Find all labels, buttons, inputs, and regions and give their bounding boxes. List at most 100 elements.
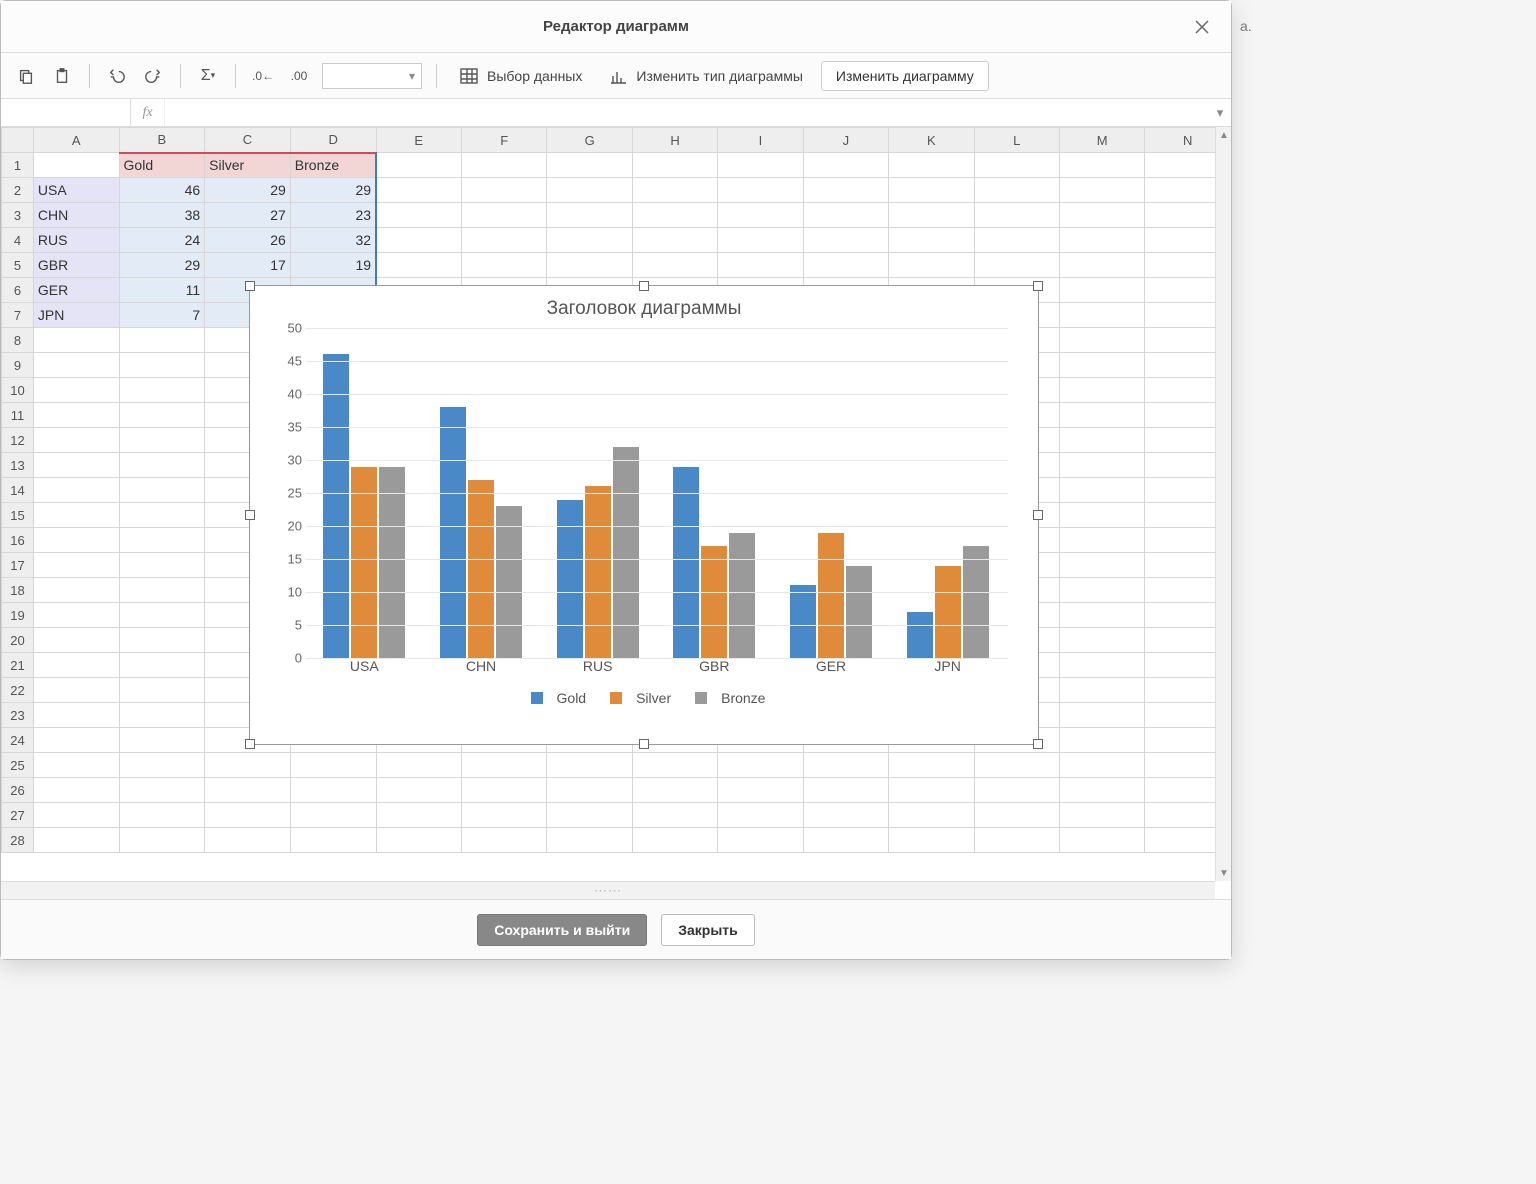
cell[interactable]: [1059, 678, 1144, 703]
cell[interactable]: 46: [119, 178, 205, 203]
row-header[interactable]: 4: [2, 228, 34, 253]
cell[interactable]: [119, 453, 205, 478]
cell[interactable]: [119, 553, 205, 578]
scroll-up-icon[interactable]: ▲: [1216, 127, 1231, 143]
cell[interactable]: [889, 828, 974, 853]
cell[interactable]: [803, 803, 888, 828]
cell[interactable]: [1059, 303, 1144, 328]
row-header[interactable]: 18: [2, 578, 34, 603]
cell[interactable]: [290, 753, 376, 778]
col-header[interactable]: C: [205, 128, 291, 153]
cell[interactable]: [461, 778, 546, 803]
cell[interactable]: [33, 403, 119, 428]
cell[interactable]: 29: [205, 178, 291, 203]
row-header[interactable]: 28: [2, 828, 34, 853]
cell[interactable]: [376, 178, 461, 203]
cell[interactable]: [376, 753, 461, 778]
cell[interactable]: [33, 728, 119, 753]
change-chart-type-button[interactable]: Изменить тип диаграммы: [600, 66, 811, 86]
col-header[interactable]: L: [974, 128, 1059, 153]
cell[interactable]: [718, 228, 803, 253]
cell[interactable]: [718, 778, 803, 803]
cell[interactable]: 26: [205, 228, 291, 253]
cell[interactable]: [33, 328, 119, 353]
cell[interactable]: 29: [119, 253, 205, 278]
cell[interactable]: [1059, 803, 1144, 828]
cell[interactable]: [33, 503, 119, 528]
col-header[interactable]: D: [290, 128, 376, 153]
cell[interactable]: [33, 578, 119, 603]
cell[interactable]: [119, 578, 205, 603]
cell[interactable]: [205, 828, 291, 853]
spreadsheet-area[interactable]: ABCDEFGHIJKLMN1GoldSilverBronze2USA46292…: [1, 127, 1231, 899]
cell[interactable]: [33, 628, 119, 653]
cell[interactable]: [1059, 778, 1144, 803]
row-header[interactable]: 23: [2, 703, 34, 728]
cell[interactable]: [119, 703, 205, 728]
cell[interactable]: [1059, 153, 1144, 178]
sum-icon[interactable]: Σ▾: [195, 63, 221, 89]
select-all-corner[interactable]: [2, 128, 34, 153]
cell[interactable]: [974, 228, 1059, 253]
cell[interactable]: [119, 403, 205, 428]
cell[interactable]: [33, 378, 119, 403]
cell[interactable]: [1059, 353, 1144, 378]
cell[interactable]: 29: [290, 178, 376, 203]
col-header[interactable]: E: [376, 128, 461, 153]
cell[interactable]: [547, 753, 632, 778]
cell[interactable]: [1059, 703, 1144, 728]
row-header[interactable]: 21: [2, 653, 34, 678]
row-header[interactable]: 16: [2, 528, 34, 553]
cell[interactable]: [33, 703, 119, 728]
row-header[interactable]: 2: [2, 178, 34, 203]
cell[interactable]: [1059, 203, 1144, 228]
cell[interactable]: [632, 778, 717, 803]
cell[interactable]: [119, 653, 205, 678]
cell[interactable]: [1059, 228, 1144, 253]
cell[interactable]: [718, 753, 803, 778]
cell[interactable]: [119, 803, 205, 828]
cell[interactable]: [547, 778, 632, 803]
cell[interactable]: [119, 503, 205, 528]
cell[interactable]: [1059, 328, 1144, 353]
cell[interactable]: [632, 803, 717, 828]
cell[interactable]: [718, 178, 803, 203]
formula-dropdown-icon[interactable]: ▾: [1209, 99, 1231, 126]
cell[interactable]: [1059, 628, 1144, 653]
row-header[interactable]: 12: [2, 428, 34, 453]
cell[interactable]: [974, 253, 1059, 278]
cell[interactable]: [1059, 278, 1144, 303]
paste-icon[interactable]: [49, 63, 75, 89]
cell[interactable]: [461, 228, 546, 253]
cell[interactable]: [461, 828, 546, 853]
save-exit-button[interactable]: Сохранить и выйти: [477, 914, 647, 946]
row-header[interactable]: 17: [2, 553, 34, 578]
cell[interactable]: [461, 178, 546, 203]
cell[interactable]: [376, 778, 461, 803]
row-header[interactable]: 19: [2, 603, 34, 628]
col-header[interactable]: B: [119, 128, 205, 153]
row-header[interactable]: 11: [2, 403, 34, 428]
cell[interactable]: [33, 528, 119, 553]
cell[interactable]: [974, 753, 1059, 778]
cell[interactable]: [205, 778, 291, 803]
cell[interactable]: [889, 203, 974, 228]
cell[interactable]: Bronze: [290, 153, 376, 178]
cell[interactable]: 7: [119, 303, 205, 328]
row-header[interactable]: 20: [2, 628, 34, 653]
cell[interactable]: [1059, 453, 1144, 478]
cell[interactable]: [1059, 253, 1144, 278]
cell[interactable]: [33, 553, 119, 578]
chart-object[interactable]: Заголовок диаграммы 05101520253035404550…: [249, 285, 1039, 745]
cell[interactable]: [803, 153, 888, 178]
cell[interactable]: [1059, 378, 1144, 403]
cell[interactable]: [33, 478, 119, 503]
cell[interactable]: [119, 328, 205, 353]
cell[interactable]: [632, 753, 717, 778]
cell[interactable]: Silver: [205, 153, 291, 178]
cell[interactable]: [1059, 428, 1144, 453]
cell[interactable]: [803, 228, 888, 253]
cell[interactable]: CHN: [33, 203, 119, 228]
cell[interactable]: [1059, 653, 1144, 678]
cell[interactable]: [889, 753, 974, 778]
